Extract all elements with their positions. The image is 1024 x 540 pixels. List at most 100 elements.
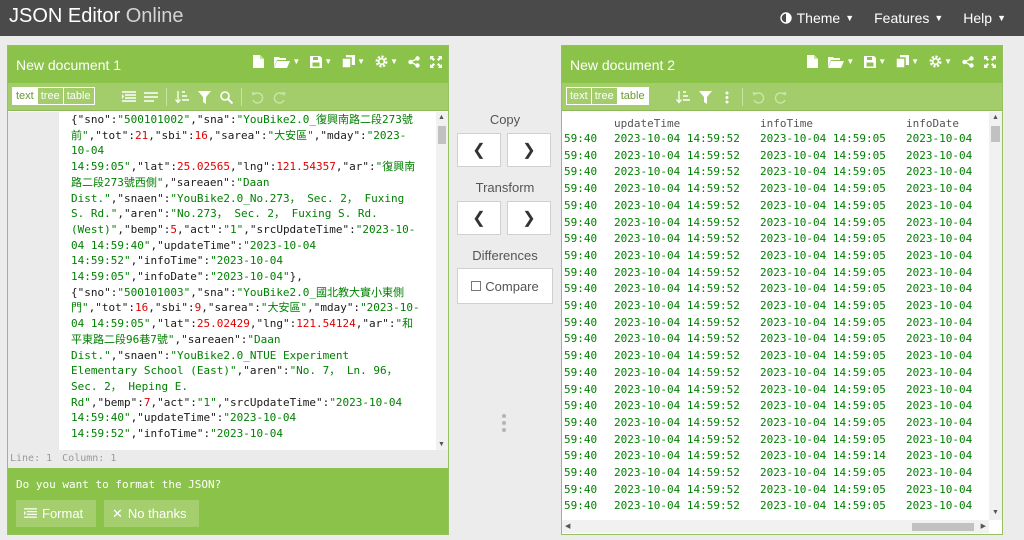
table-cell[interactable]: 2023-10-04 14:59:52: [614, 499, 740, 512]
code-editor[interactable]: {"sno":"500101002","sna":"YouBike2.0_復興南…: [8, 112, 448, 450]
table-cell[interactable]: 59:40: [564, 266, 597, 279]
table-row[interactable]: 59:40 2023-10-04 14:59:52 2023-10-04 14:59…: [562, 366, 992, 383]
table-row[interactable]: 59:40 2023-10-04 14:59:52 2023-10-04 14:59…: [562, 449, 992, 466]
sort-button[interactable]: [672, 87, 694, 107]
code-line[interactable]: Elementary School (East)","aren":"No. 7，…: [71, 363, 420, 379]
scrollbar-thumb[interactable]: [991, 126, 1000, 142]
drag-handle[interactable]: [502, 414, 508, 432]
table-row[interactable]: 59:40 2023-10-04 14:59:52 2023-10-04 14:59…: [562, 316, 992, 333]
save-button[interactable]: ▼: [310, 55, 332, 68]
table-cell[interactable]: 2023-10-04: [906, 299, 972, 312]
table-cell[interactable]: 2023-10-04 14:59:05: [760, 165, 886, 178]
code-line[interactable]: 14:59:52","infoTime":"2023-10-04: [71, 253, 420, 269]
table-row[interactable]: 59:40 2023-10-04 14:59:52 2023-10-04 14:59…: [562, 332, 992, 349]
mode-table[interactable]: table: [617, 88, 648, 104]
code-line[interactable]: Dist.","snaen":"YouBike2.0_No.273， Sec. …: [71, 191, 420, 207]
copy-left-button[interactable]: ❮: [457, 133, 501, 167]
sort-button[interactable]: [171, 87, 193, 107]
table-row[interactable]: 59:40 2023-10-04 14:59:52 2023-10-04 14:59…: [562, 399, 992, 416]
code-line[interactable]: 路二段273號西側","sareaen":"Daan: [71, 175, 420, 191]
code-line[interactable]: {"sno":"500101003","sna":"YouBike2.0_國北教…: [71, 285, 420, 301]
table-cell[interactable]: 59:40: [564, 249, 597, 262]
table-row[interactable]: 59:40 2023-10-04 14:59:52 2023-10-04 14:59…: [562, 282, 992, 299]
copy-button[interactable]: ▼: [342, 55, 365, 68]
format-button[interactable]: [118, 87, 140, 107]
transform-right-button[interactable]: ❯: [507, 201, 551, 235]
scrollbar-thumb[interactable]: [438, 126, 446, 144]
left-document-title[interactable]: New document 1: [16, 57, 121, 73]
table-cell[interactable]: 2023-10-04 14:59:05: [760, 383, 886, 396]
code-line[interactable]: Sec. 2， Heping E.: [71, 379, 420, 395]
mode-text[interactable]: text: [567, 88, 592, 104]
table-cell[interactable]: 59:40: [564, 366, 597, 379]
table-cell[interactable]: 2023-10-04 14:59:52: [614, 282, 740, 295]
table-cell[interactable]: 2023-10-04 14:59:52: [614, 182, 740, 195]
undo-button[interactable]: [747, 87, 769, 107]
settings-button[interactable]: ▼: [929, 55, 952, 68]
table-cell[interactable]: 2023-10-04: [906, 449, 972, 462]
table-cell[interactable]: 2023-10-04: [906, 232, 972, 245]
table-cell[interactable]: 2023-10-04 14:59:05: [760, 466, 886, 479]
table-cell[interactable]: 2023-10-04: [906, 282, 972, 295]
table-cell[interactable]: 2023-10-04: [906, 499, 972, 512]
table-cell[interactable]: 2023-10-04 14:59:05: [760, 332, 886, 345]
table-cell[interactable]: 2023-10-04 14:59:52: [614, 399, 740, 412]
share-button[interactable]: [408, 55, 420, 68]
compare-checkbox[interactable]: Compare: [457, 268, 553, 304]
table-cell[interactable]: 59:40: [564, 466, 597, 479]
table-cell[interactable]: 2023-10-04: [906, 316, 972, 329]
table-row[interactable]: 59:40 2023-10-04 14:59:52 2023-10-04 14:59…: [562, 232, 992, 249]
table-cell[interactable]: 59:40: [564, 433, 597, 446]
table-cell[interactable]: 2023-10-04 14:59:05: [760, 433, 886, 446]
table-cell[interactable]: 59:40: [564, 449, 597, 462]
table-row[interactable]: 59:40 2023-10-04 14:59:52 2023-10-04 14:59…: [562, 165, 992, 182]
table-cell[interactable]: 59:40: [564, 232, 597, 245]
features-menu[interactable]: Features ▼: [874, 10, 943, 26]
table-cell[interactable]: 2023-10-04 14:59:52: [614, 416, 740, 429]
table-cell[interactable]: 59:40: [564, 132, 597, 145]
table-cell[interactable]: 2023-10-04 14:59:05: [760, 416, 886, 429]
table-cell[interactable]: 2023-10-04 14:59:52: [614, 216, 740, 229]
filter-button[interactable]: [193, 87, 215, 107]
help-menu[interactable]: Help ▼: [963, 10, 1006, 26]
new-document-button[interactable]: [807, 55, 819, 68]
table-row[interactable]: 59:40 2023-10-04 14:59:52 2023-10-04 14:59…: [562, 483, 992, 500]
fullscreen-button[interactable]: [984, 55, 996, 68]
code-line[interactable]: 14:59:52","infoTime":"2023-10-04: [71, 426, 420, 442]
table-row[interactable]: 59:40 2023-10-04 14:59:52 2023-10-04 14:59…: [562, 433, 992, 450]
table-cell[interactable]: 2023-10-04: [906, 165, 972, 178]
code-line[interactable]: 平東路二段96巷7號","sareaen":"Daan: [71, 332, 420, 348]
format-json-button[interactable]: Format: [16, 500, 96, 527]
code-line[interactable]: 14:59:05","infoDate":"2023-10-04"},: [71, 269, 420, 285]
table-cell[interactable]: 2023-10-04: [906, 399, 972, 412]
scroll-left-arrow-icon[interactable]: ◀: [565, 522, 570, 530]
table-cell[interactable]: 59:40: [564, 165, 597, 178]
table-cell[interactable]: 2023-10-04: [906, 266, 972, 279]
table-cell[interactable]: 59:40: [564, 199, 597, 212]
table-cell[interactable]: 2023-10-04: [906, 366, 972, 379]
table-cell[interactable]: 2023-10-04 14:59:05: [760, 216, 886, 229]
table-cell[interactable]: 2023-10-04 14:59:52: [614, 366, 740, 379]
table-row[interactable]: 59:40 2023-10-04 14:59:52 2023-10-04 14:59…: [562, 416, 992, 433]
table-cell[interactable]: 2023-10-04 14:59:05: [760, 232, 886, 245]
table-row[interactable]: 59:40 2023-10-04 14:59:52 2023-10-04 14:59…: [562, 132, 992, 149]
table-cell[interactable]: 59:40: [564, 399, 597, 412]
table-row[interactable]: 59:40 2023-10-04 14:59:52 2023-10-04 14:59…: [562, 349, 992, 366]
table-row[interactable]: 59:40 2023-10-04 14:59:52 2023-10-04 14:59…: [562, 199, 992, 216]
table-cell[interactable]: 59:40: [564, 416, 597, 429]
open-button[interactable]: ▼: [274, 56, 300, 68]
column-header-infodate[interactable]: infoDate: [906, 117, 959, 130]
table-cell[interactable]: 2023-10-04 14:59:52: [614, 466, 740, 479]
table-row[interactable]: 59:40 2023-10-04 14:59:52 2023-10-04 14:59…: [562, 466, 992, 483]
table-cell[interactable]: 59:40: [564, 216, 597, 229]
table-cell[interactable]: 59:40: [564, 299, 597, 312]
table-cell[interactable]: 2023-10-04 14:59:52: [614, 266, 740, 279]
table-cell[interactable]: 2023-10-04: [906, 433, 972, 446]
table-cell[interactable]: 59:40: [564, 182, 597, 195]
code-line[interactable]: 門","tot":16,"sbi":9,"sarea":"大安區","mday"…: [71, 300, 420, 316]
code-line[interactable]: Dist.","snaen":"YouBike2.0_NTUE Experime…: [71, 348, 420, 364]
table-row[interactable]: 59:40 2023-10-04 14:59:52 2023-10-04 14:59…: [562, 266, 992, 283]
new-document-button[interactable]: [253, 55, 265, 68]
table-row[interactable]: 59:40 2023-10-04 14:59:52 2023-10-04 14:59…: [562, 182, 992, 199]
table-cell[interactable]: 2023-10-04 14:59:14: [760, 449, 886, 462]
